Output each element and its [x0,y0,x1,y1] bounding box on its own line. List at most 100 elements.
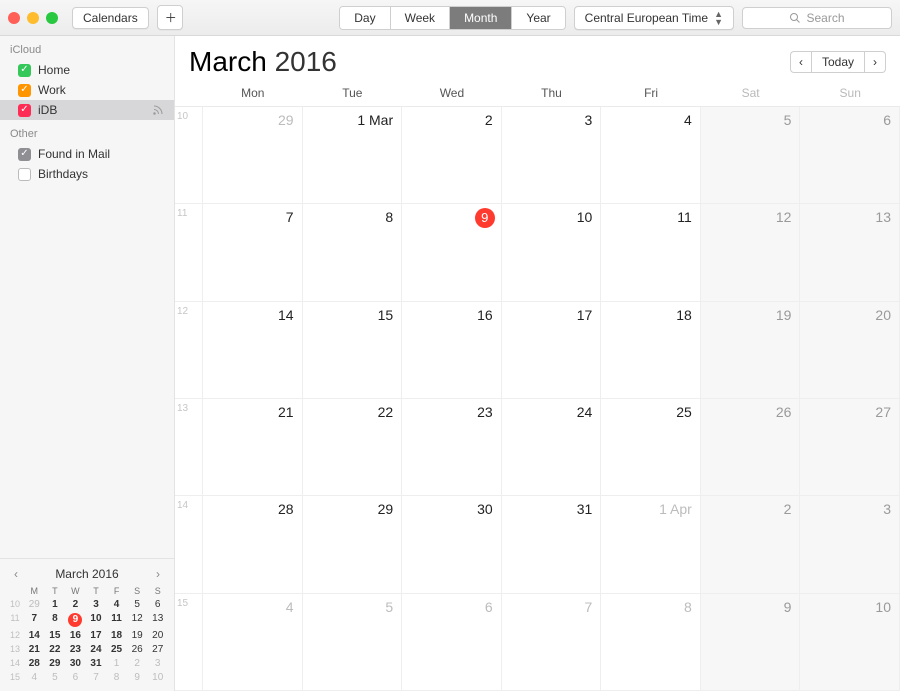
calendar-item[interactable]: ✓iDB [0,100,174,120]
day-cell[interactable]: 31 [502,496,602,593]
mini-day[interactable]: 15 [45,630,66,641]
mini-day[interactable]: 6 [147,599,168,610]
mini-day[interactable]: 7 [86,672,107,683]
day-cell[interactable]: 2 [701,496,801,593]
view-month[interactable]: Month [450,7,512,29]
mini-next-button[interactable]: › [152,567,164,581]
mini-day[interactable]: 16 [65,630,86,641]
calendar-item[interactable]: ✓Home [0,60,174,80]
day-cell[interactable]: 3 [502,107,602,204]
mini-day[interactable]: 17 [86,630,107,641]
day-cell[interactable]: 13 [800,204,900,301]
day-cell[interactable]: 6 [402,594,502,691]
prev-month-button[interactable]: ‹ [790,51,811,73]
day-cell[interactable]: 9 [402,204,502,301]
day-cell[interactable]: 11 [601,204,701,301]
mini-day[interactable]: 26 [127,644,148,655]
mini-day[interactable]: 28 [24,658,45,669]
day-cell[interactable]: 5 [701,107,801,204]
mini-day[interactable]: 8 [106,672,127,683]
day-cell[interactable]: 14 [203,302,303,399]
mini-day[interactable]: 2 [127,658,148,669]
fullscreen-icon[interactable] [46,12,58,24]
day-cell[interactable]: 17 [502,302,602,399]
calendar-checkbox[interactable]: ✓ [18,104,31,117]
day-cell[interactable]: 16 [402,302,502,399]
day-cell[interactable]: 25 [601,399,701,496]
day-cell[interactable]: 28 [203,496,303,593]
day-cell[interactable]: 18 [601,302,701,399]
mini-day[interactable]: 5 [45,672,66,683]
mini-day[interactable]: 10 [147,672,168,683]
day-cell[interactable]: 20 [800,302,900,399]
view-day[interactable]: Day [340,7,390,29]
today-button[interactable]: Today [811,51,865,73]
day-cell[interactable]: 12 [701,204,801,301]
mini-day[interactable]: 30 [65,658,86,669]
day-cell[interactable]: 3 [800,496,900,593]
mini-day[interactable]: 4 [24,672,45,683]
day-cell[interactable]: 8 [601,594,701,691]
view-year[interactable]: Year [512,7,564,29]
calendar-checkbox[interactable]: ✓ [18,84,31,97]
mini-day[interactable]: 13 [147,613,168,627]
day-cell[interactable]: 21 [203,399,303,496]
calendars-button[interactable]: Calendars [72,7,149,29]
day-cell[interactable]: 2 [402,107,502,204]
mini-day[interactable]: 18 [106,630,127,641]
day-cell[interactable]: 15 [303,302,403,399]
mini-day[interactable]: 9 [127,672,148,683]
timezone-select[interactable]: Central European Time ▲▼ [574,6,734,30]
mini-day[interactable]: 2 [65,599,86,610]
day-cell[interactable]: 9 [701,594,801,691]
calendar-checkbox[interactable] [18,168,31,181]
day-cell[interactable]: 27 [800,399,900,496]
mini-day[interactable]: 23 [65,644,86,655]
mini-day[interactable]: 8 [45,613,66,627]
mini-day[interactable]: 24 [86,644,107,655]
day-cell[interactable]: 4 [203,594,303,691]
day-cell[interactable]: 4 [601,107,701,204]
mini-day[interactable]: 3 [147,658,168,669]
calendar-item[interactable]: ✓Work [0,80,174,100]
mini-day[interactable]: 6 [65,672,86,683]
calendar-checkbox[interactable]: ✓ [18,64,31,77]
day-cell[interactable]: 10 [800,594,900,691]
mini-day[interactable]: 14 [24,630,45,641]
day-cell[interactable]: 1 Mar [303,107,403,204]
mini-day[interactable]: 1 [106,658,127,669]
day-cell[interactable]: 7 [502,594,602,691]
mini-day[interactable]: 7 [24,613,45,627]
view-week[interactable]: Week [391,7,450,29]
mini-day[interactable]: 25 [106,644,127,655]
mini-day[interactable]: 4 [106,599,127,610]
day-cell[interactable]: 1 Apr [601,496,701,593]
calendar-item[interactable]: Birthdays [0,164,174,184]
mini-day[interactable]: 21 [24,644,45,655]
day-cell[interactable]: 23 [402,399,502,496]
mini-prev-button[interactable]: ‹ [10,567,22,581]
mini-day[interactable]: 29 [24,599,45,610]
day-cell[interactable]: 29 [303,496,403,593]
mini-day[interactable]: 3 [86,599,107,610]
day-cell[interactable]: 30 [402,496,502,593]
mini-day[interactable]: 5 [127,599,148,610]
calendar-item[interactable]: ✓Found in Mail [0,144,174,164]
day-cell[interactable]: 24 [502,399,602,496]
day-cell[interactable]: 10 [502,204,602,301]
add-button[interactable]: ＋ [157,5,183,30]
day-cell[interactable]: 7 [203,204,303,301]
mini-day[interactable]: 29 [45,658,66,669]
day-cell[interactable]: 26 [701,399,801,496]
minimize-icon[interactable] [27,12,39,24]
mini-day[interactable]: 10 [86,613,107,627]
calendar-checkbox[interactable]: ✓ [18,148,31,161]
day-cell[interactable]: 5 [303,594,403,691]
mini-day[interactable]: 1 [45,599,66,610]
mini-day[interactable]: 19 [127,630,148,641]
search-input[interactable]: Search [742,7,892,29]
mini-day[interactable]: 22 [45,644,66,655]
day-cell[interactable]: 6 [800,107,900,204]
close-icon[interactable] [8,12,20,24]
mini-day[interactable]: 27 [147,644,168,655]
